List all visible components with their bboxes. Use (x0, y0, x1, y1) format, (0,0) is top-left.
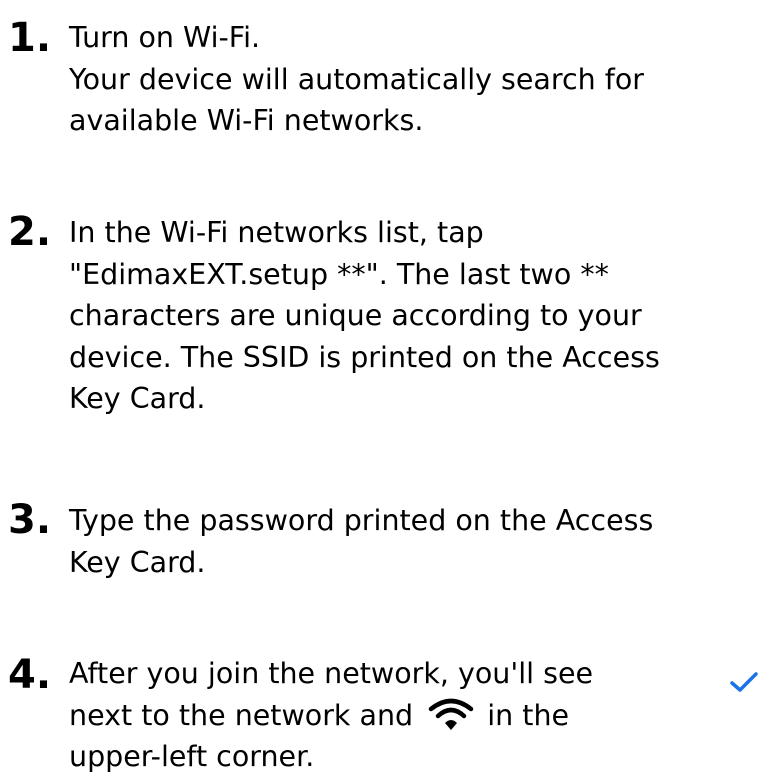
step-line: device. The SSID is printed on the Acces… (69, 340, 660, 374)
step-text: After you join the network, you'll see n… (69, 653, 776, 776)
step-number: 2. (8, 209, 52, 255)
wifi-icon (426, 695, 476, 735)
step-line: Type the password printed on the Access (69, 504, 654, 537)
step-line: next to the network and in the (69, 695, 776, 737)
step-number: 4. (8, 652, 52, 698)
checkmark-icon (730, 672, 758, 692)
step-line-text: After you join the network, you'll see (69, 657, 594, 690)
step-line: In the Wi-Fi networks list, tap (69, 216, 484, 249)
step-text: In the Wi-Fi networks list, tap "EdimaxE… (69, 212, 776, 420)
step-line: characters are unique according to your (69, 299, 642, 332)
step-line: "EdimaxEXT.setup **". The last two ** (69, 257, 609, 291)
step-line: Key Card. (69, 545, 206, 579)
step-line: Turn on Wi-Fi. (69, 21, 261, 54)
step-number: 3. (8, 497, 52, 543)
step-number: 1. (8, 15, 52, 61)
step-line: Your device will automatically search fo… (69, 62, 644, 96)
step-line: upper-left corner. (69, 740, 315, 773)
step-text: Turn on Wi-Fi. Your device will automati… (69, 17, 776, 142)
step-line: available Wi-Fi networks. (69, 104, 424, 137)
step-line: After you join the network, you'll see (69, 653, 776, 695)
step-line-text: next to the network and (69, 698, 414, 732)
step-line: Key Card. (69, 382, 206, 415)
step-line-text: in the (487, 698, 570, 732)
step-text: Type the password printed on the Access … (69, 500, 776, 583)
